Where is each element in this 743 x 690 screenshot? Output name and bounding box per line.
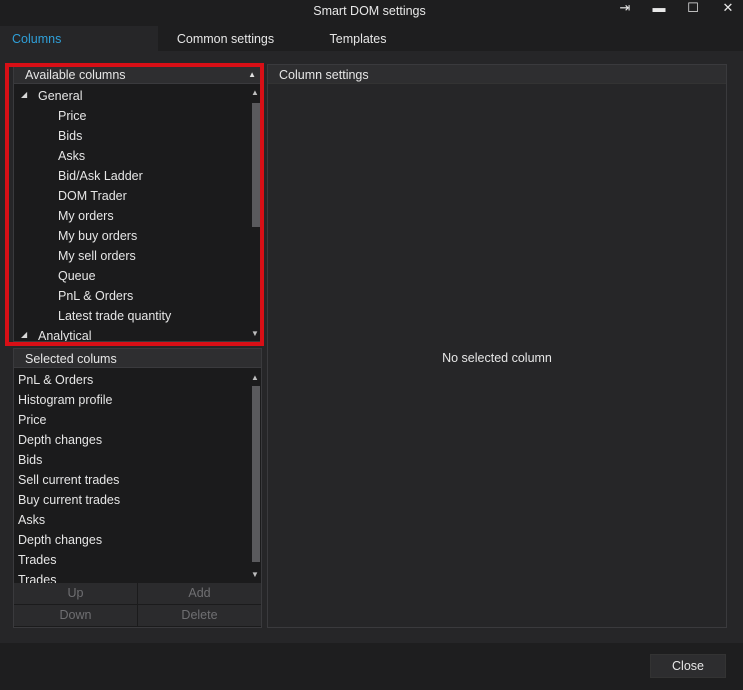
list-item[interactable]: Bids [18,450,42,470]
tree-item[interactable]: PnL & Orders [58,286,133,306]
close-icon[interactable]: ✕ [713,0,743,20]
tab-common-settings[interactable]: Common settings [158,26,293,51]
list-item[interactable]: Buy current trades [18,490,120,510]
tree-group[interactable]: ◢ Analytical [14,326,249,341]
list-item[interactable]: Asks [18,510,45,530]
title-bar: Smart DOM settings ⇥ ▬ ☐ ✕ [0,0,743,26]
tab-columns[interactable]: Columns [0,26,158,51]
list-item[interactable]: Depth changes [18,530,102,550]
list-item[interactable]: Trades [18,550,56,570]
tree-item[interactable]: My sell orders [58,246,136,266]
tree-item[interactable]: DOM Trader [58,186,127,206]
column-settings-panel: Column settings No selected column [267,64,727,628]
tree-item[interactable]: My buy orders [58,226,137,246]
delete-button[interactable]: Delete [138,605,261,626]
list-item[interactable]: Histogram profile [18,390,112,410]
empty-state-message: No selected column [442,351,552,365]
scroll-up-icon[interactable]: ▲ [249,373,261,383]
add-button[interactable]: Add [138,583,261,604]
list-item[interactable]: Depth changes [18,430,102,450]
tree-item[interactable]: Latest trade quantity [58,306,171,326]
available-columns-title: Available columns [25,68,126,82]
minimize-icon[interactable]: ▬ [644,0,674,20]
tree-item[interactable]: Bid/Ask Ladder [58,166,143,186]
selected-scrollbar[interactable]: ▲ ▼ [249,369,261,583]
scroll-down-icon[interactable]: ▼ [249,570,261,580]
selected-columns-header: Selected colums [14,349,261,368]
tree-item[interactable]: My orders [58,206,114,226]
pin-icon[interactable]: ⇥ [610,0,640,20]
footer [0,643,743,690]
available-scrollbar[interactable]: ▲ ▼ [249,85,261,341]
available-columns-tree: ◢ General Price Bids Asks Bid/Ask Ladder DOM T… [14,85,249,341]
down-button[interactable]: Down [14,605,137,626]
expand-triangle-icon[interactable]: ◢ [21,85,27,105]
tree-item[interactable]: Asks [58,146,85,166]
list-item[interactable]: Price [18,410,46,430]
list-item[interactable]: Trades [18,570,56,583]
tree-group-label: Analytical [38,329,92,341]
sort-up-icon[interactable]: ▲ [248,65,256,85]
scroll-down-icon[interactable]: ▼ [249,329,261,339]
tab-templates[interactable]: Templates [293,26,423,51]
up-button[interactable]: Up [14,583,137,604]
column-settings-header: Column settings [268,65,726,84]
tree-item[interactable]: Bids [58,126,82,146]
selected-columns-list: PnL & Orders Histogram profile Price Depth … [14,369,249,583]
selected-columns-title: Selected colums [25,352,117,366]
close-button[interactable]: Close [650,654,726,678]
scrollbar-thumb[interactable] [252,386,260,562]
tree-item[interactable]: Queue [58,266,96,286]
scroll-up-icon[interactable]: ▲ [249,88,261,98]
available-columns-panel: Available columns ▲ ◢ General Price Bids Ask… [13,64,262,342]
expand-triangle-icon[interactable]: ◢ [21,325,27,341]
tree-group[interactable]: ◢ General [14,86,249,106]
scrollbar-thumb[interactable] [252,103,260,227]
available-columns-header[interactable]: Available columns ▲ [14,65,261,84]
list-item[interactable]: PnL & Orders [18,370,93,390]
tab-bar: Columns Common settings Templates [0,26,743,51]
tree-group-label: General [38,89,83,103]
maximize-icon[interactable]: ☐ [678,0,708,20]
column-action-buttons: Up Add Down Delete [14,583,261,627]
list-item[interactable]: Sell current trades [18,470,119,490]
tree-item[interactable]: Price [58,106,86,126]
selected-columns-panel: Selected colums PnL & Orders Histogram pr… [13,348,262,628]
